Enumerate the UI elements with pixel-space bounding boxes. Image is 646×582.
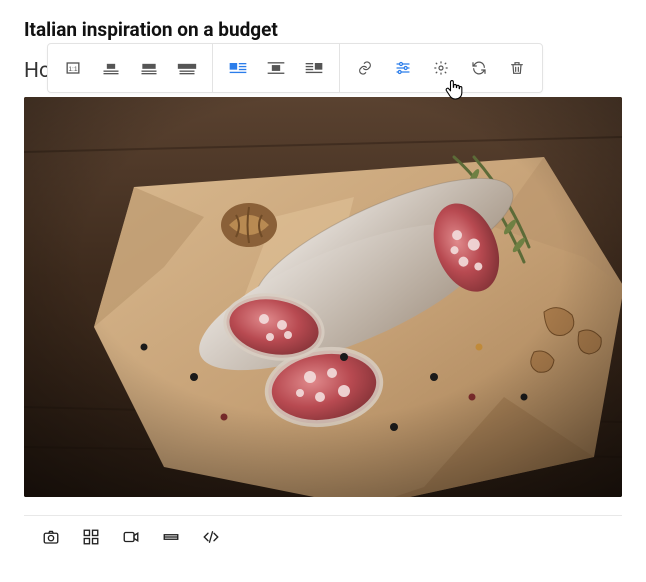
image-toolbar: 1:1 [47, 43, 543, 93]
insert-block-bar [24, 526, 622, 548]
video-icon[interactable] [120, 526, 142, 548]
refresh-icon[interactable] [460, 44, 498, 92]
align-right-icon[interactable] [295, 44, 333, 92]
trash-icon[interactable] [498, 44, 536, 92]
size-medium-icon[interactable] [130, 44, 168, 92]
size-small-icon[interactable] [92, 44, 130, 92]
divider-icon[interactable] [160, 526, 182, 548]
gallery-grid-icon[interactable] [80, 526, 102, 548]
edit-sliders-icon[interactable] [384, 44, 422, 92]
align-center-icon[interactable] [257, 44, 295, 92]
size-original-icon[interactable]: 1:1 [54, 44, 92, 92]
content-image[interactable] [24, 97, 622, 497]
link-icon[interactable] [346, 44, 384, 92]
page-title: Italian inspiration on a budget [24, 18, 622, 41]
align-left-icon[interactable] [219, 44, 257, 92]
section-divider [24, 515, 622, 516]
svg-text:1:1: 1:1 [68, 66, 78, 73]
settings-gear-icon[interactable] [422, 44, 460, 92]
size-wide-icon[interactable] [168, 44, 206, 92]
code-icon[interactable] [200, 526, 222, 548]
camera-icon[interactable] [40, 526, 62, 548]
